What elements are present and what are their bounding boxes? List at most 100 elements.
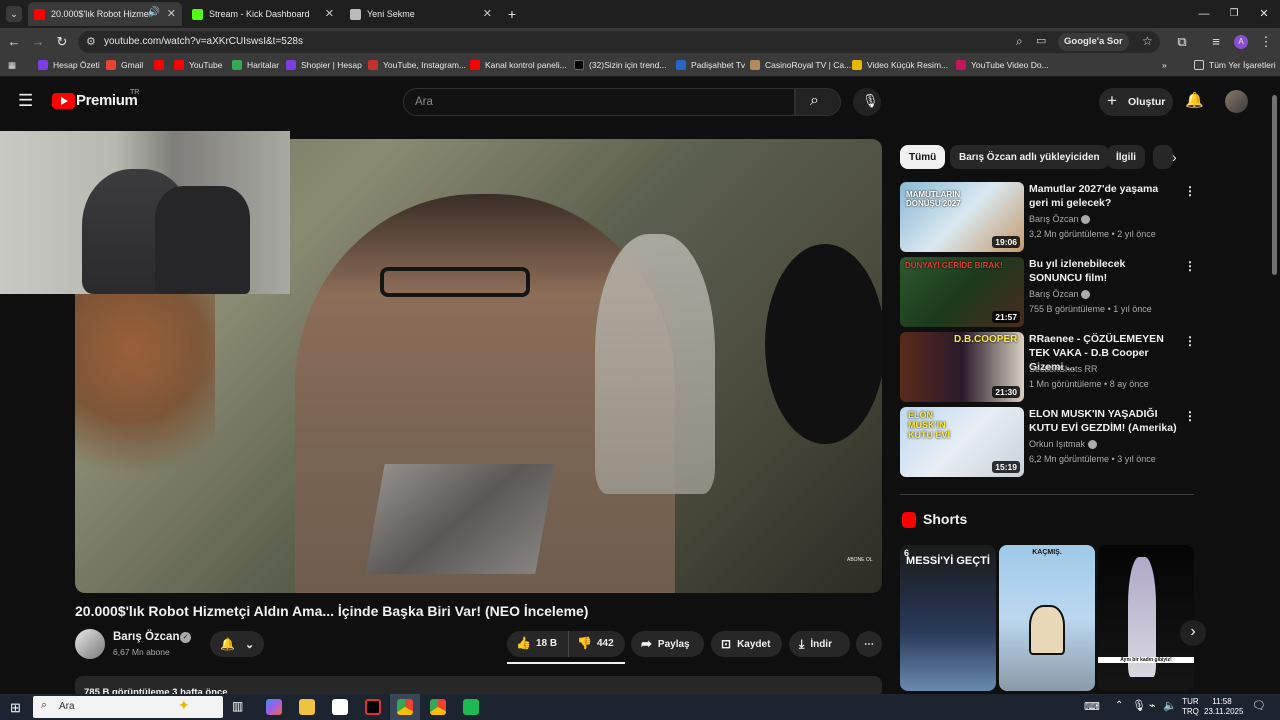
- bookmark-item[interactable]: (32)Sizin için trend...: [574, 60, 666, 70]
- profile-avatar-icon[interactable]: A: [1234, 35, 1248, 49]
- recommendation-item[interactable]: ELON MUSK'IN KUTU EVİ 15:19 ELON MUSK'IN…: [900, 407, 1200, 477]
- subscribe-watermark[interactable]: ABONE OL: [847, 557, 873, 563]
- more-vertical-icon[interactable]: ⋮: [1184, 334, 1196, 348]
- recommendation-item[interactable]: DÜNYAYI GERİDE BIRAK! 21:57 Bu yıl izlen…: [900, 257, 1200, 327]
- microphone-icon[interactable]: 🎙: [1132, 699, 1146, 712]
- bookmark-item[interactable]: Hesap Özeti: [38, 60, 100, 70]
- bookmark-item[interactable]: Kanal kontrol paneli...: [470, 60, 567, 70]
- bookmark-item[interactable]: Shopier | Hesap: [286, 60, 362, 70]
- bookmark-item[interactable]: [154, 60, 169, 70]
- download-button[interactable]: ⤓ İndir: [789, 631, 850, 657]
- close-window-icon[interactable]: ✕: [1256, 6, 1272, 22]
- recommendation-title[interactable]: Bu yıl izlenebilecek SONUNCU film!: [1029, 257, 1179, 285]
- notification-center-icon[interactable]: 🗨: [1252, 699, 1266, 712]
- more-vertical-icon[interactable]: ⋮: [1184, 259, 1196, 273]
- minimize-window-icon[interactable]: —: [1196, 6, 1212, 22]
- menu-hamburger-icon[interactable]: ☰: [18, 91, 33, 111]
- input-language[interactable]: TUR TRQ: [1182, 697, 1199, 717]
- video-thumbnail[interactable]: MAMUTLARIN DÖNÜŞÜ 2027 19:06: [900, 182, 1024, 252]
- copilot-icon[interactable]: [266, 699, 282, 715]
- chip-all[interactable]: Tümü: [900, 145, 946, 169]
- restore-window-icon[interactable]: ❐: [1226, 6, 1242, 22]
- cast-icon[interactable]: ▭: [1036, 34, 1046, 47]
- create-button[interactable]: + Oluştur: [1099, 88, 1173, 116]
- bookmark-item[interactable]: CasinoRoyal TV | Ca...: [750, 60, 851, 70]
- volume-icon[interactable]: 🔈: [1163, 699, 1177, 712]
- recommendation-channel[interactable]: SectionShots RR: [1029, 364, 1098, 374]
- search-box[interactable]: Ara: [403, 88, 795, 116]
- reading-list-icon[interactable]: ≡: [1208, 34, 1224, 50]
- chrome-icon[interactable]: [397, 699, 413, 715]
- obs-icon[interactable]: [365, 699, 381, 715]
- keyboard-icon[interactable]: ⌨: [1084, 700, 1100, 713]
- bookmark-star-icon[interactable]: ☆: [1142, 34, 1153, 48]
- address-bar[interactable]: ⚙ youtube.com/watch?v=aXKrCUIswsI&t=528s…: [78, 31, 1160, 53]
- recommendation-channel[interactable]: Barış Özcan: [1029, 214, 1091, 225]
- spotify-icon[interactable]: [463, 699, 479, 715]
- bookmark-item[interactable]: Padişahbet Tv: [676, 60, 745, 70]
- reload-icon[interactable]: ↻: [54, 34, 70, 50]
- close-tab-icon[interactable]: ✕: [167, 7, 176, 20]
- video-thumbnail[interactable]: D.B.COOPER 21:30: [900, 332, 1024, 402]
- chip-overflow[interactable]: [1153, 145, 1173, 169]
- chrome-icon[interactable]: [430, 699, 446, 715]
- close-tab-icon[interactable]: ✕: [325, 7, 334, 20]
- back-arrow-icon[interactable]: ←: [6, 34, 22, 50]
- recommendation-item[interactable]: D.B.COOPER 21:30 RRaenee - ÇÖZÜLEMEYEN T…: [900, 332, 1200, 402]
- site-info-icon[interactable]: ⚙: [86, 35, 96, 48]
- dislike-button[interactable]: 👎 442: [570, 631, 625, 657]
- clock[interactable]: 11:58 23.11.2025: [1204, 697, 1243, 717]
- short-item[interactable]: Aynı bir kadın gibiyiz!: [1098, 545, 1194, 691]
- more-vertical-icon[interactable]: ⋮: [1184, 184, 1196, 198]
- youtube-logo-icon[interactable]: [52, 93, 75, 109]
- recommendation-channel[interactable]: Orkun Işıtmak: [1029, 439, 1097, 450]
- chip-from-uploader[interactable]: Barış Özcan adlı yükleyiciden: [950, 145, 1109, 169]
- recommendation-item[interactable]: MAMUTLARIN DÖNÜŞÜ 2027 19:06 Mamutlar 20…: [900, 182, 1200, 252]
- tab-new-tab[interactable]: Yeni Sekme ✕: [344, 2, 498, 26]
- file-explorer-icon[interactable]: [299, 699, 315, 715]
- voice-search-button[interactable]: 🎙: [853, 88, 881, 116]
- tray-overflow-chevron-icon[interactable]: ⌃: [1115, 700, 1123, 711]
- notifications-bell-icon[interactable]: 🔔: [1185, 91, 1204, 109]
- page-scrollbar[interactable]: [1272, 95, 1277, 275]
- search-button[interactable]: ⌕: [795, 88, 841, 116]
- windows-start-icon[interactable]: ⊞: [10, 700, 21, 716]
- extensions-icon[interactable]: ⧉: [1174, 34, 1190, 50]
- recommendation-channel[interactable]: Barış Özcan: [1029, 289, 1091, 300]
- like-button[interactable]: 👍 18 B: [507, 631, 569, 657]
- youtube-premium-logo[interactable]: Premium: [76, 92, 138, 109]
- google-ask-button[interactable]: Google'a Sor: [1058, 33, 1129, 51]
- chips-next-chevron-icon[interactable]: ›: [1172, 149, 1177, 165]
- close-tab-icon[interactable]: ✕: [483, 7, 492, 20]
- bookmark-item[interactable]: Video Küçük Resim...: [852, 60, 948, 70]
- channel-avatar[interactable]: [75, 629, 105, 659]
- more-vertical-icon[interactable]: ⋮: [1184, 409, 1196, 423]
- recommendation-title[interactable]: ELON MUSK'IN YAŞADIĞI KUTU EVİ GEZDİM! (…: [1029, 407, 1179, 435]
- short-item[interactable]: 6 MESSİ'Yİ GEÇTİ: [900, 545, 996, 691]
- bookmark-item[interactable]: Gmail: [106, 60, 143, 70]
- microsoft-store-icon[interactable]: [332, 699, 348, 715]
- bookmark-item[interactable]: Haritalar: [232, 60, 279, 70]
- bookmark-item[interactable]: YouTube, Instagram...: [368, 60, 466, 70]
- more-actions-button[interactable]: ⋯: [856, 631, 882, 657]
- video-thumbnail[interactable]: DÜNYAYI GERİDE BIRAK! 21:57: [900, 257, 1024, 327]
- recommendation-title[interactable]: Mamutlar 2027'de yaşama geri mi gelecek?: [1029, 182, 1179, 210]
- short-item[interactable]: KAÇMIŞ.: [999, 545, 1095, 691]
- tab-active-video[interactable]: 20.000$'lık Robot Hizmetçi 🔊 ✕: [28, 2, 182, 26]
- subscribed-notifications-button[interactable]: 🔔 ⌄: [210, 631, 264, 657]
- browser-menu-icon[interactable]: ⋮: [1258, 34, 1274, 50]
- channel-name[interactable]: Barış Özcan: [113, 631, 179, 643]
- forward-arrow-icon[interactable]: →: [30, 34, 46, 50]
- zoom-icon[interactable]: ⌕: [1016, 34, 1023, 49]
- more-bookmarks-icon[interactable]: »: [1162, 60, 1167, 70]
- tab-kick-dashboard[interactable]: Stream - Kick Dashboard ✕: [186, 2, 340, 26]
- save-button[interactable]: ⊡ Kaydet: [711, 631, 782, 657]
- chip-related[interactable]: İlgili: [1107, 145, 1145, 169]
- bookmark-item[interactable]: YouTube Video Do...: [956, 60, 1049, 70]
- url-text[interactable]: youtube.com/watch?v=aXKrCUIswsI&t=528s: [104, 36, 303, 47]
- audio-playing-icon[interactable]: 🔊: [148, 7, 160, 18]
- share-button[interactable]: ➦ Paylaş: [631, 631, 704, 657]
- network-icon[interactable]: ⌁: [1149, 699, 1156, 712]
- account-avatar[interactable]: [1225, 90, 1248, 113]
- tab-search-button[interactable]: ⌄: [6, 6, 22, 22]
